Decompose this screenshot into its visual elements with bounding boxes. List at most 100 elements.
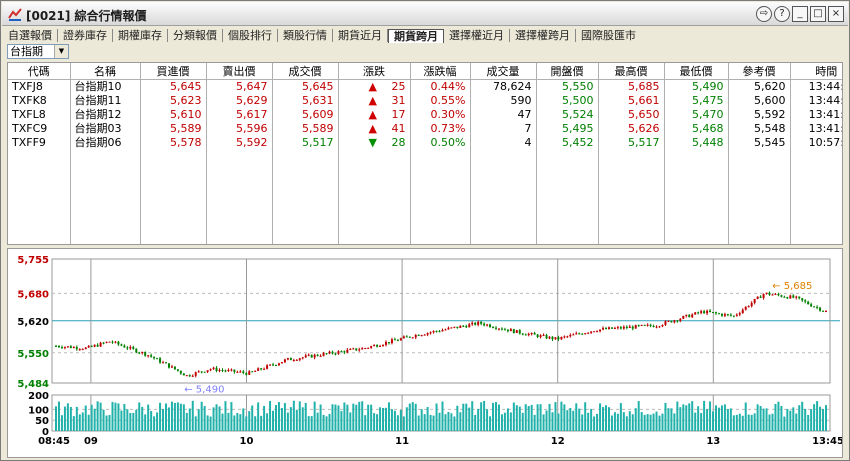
contract-selector[interactable]: 台指期 ▼ [7,44,69,59]
volume-bar [587,412,590,431]
intraday-chart[interactable]: 5,755 5,680 5,620 5,550 5,484 08:45 09 10 11 12 13… [7,248,843,458]
volume-bar [649,414,652,431]
volume-bar [358,401,361,431]
volume-bar [328,413,331,431]
candle-body [652,325,655,328]
down-arrow-icon: ▼ [368,136,377,149]
tab-1[interactable]: 證券庫存 [58,29,113,42]
candle-body [385,341,387,345]
column-header[interactable]: 成交價 [272,63,339,80]
tab-0[interactable]: 自選報價 [3,29,58,42]
volume-bar [495,402,497,431]
forward-button[interactable]: ⇨ [756,6,772,22]
candle-body [709,310,712,313]
cell-high: 5,517 [598,136,665,150]
candle-body [126,347,129,349]
volume-bar [414,403,417,431]
price-tick-label: 5,550 [17,349,49,360]
volume-bar [298,401,301,431]
volume-bar [732,415,735,431]
candle-body [230,369,233,371]
candle-body [548,336,551,339]
volume-bar [492,402,495,431]
cell-reference: 5,600 [728,94,791,108]
table-row[interactable]: TXFF9 台指期06 5,578 5,592 5,517 ▼ 28 0.50% 4 5,452 5… [8,136,842,150]
candle-body [370,346,373,348]
candle-body [810,304,813,307]
column-header[interactable]: 開盤價 [536,63,599,80]
candle-body [783,296,786,298]
column-header[interactable]: 參考價 [728,63,791,80]
column-header[interactable]: 買進價 [140,63,207,80]
volume-bar [691,401,694,431]
table-row[interactable]: TXFC9 台指期03 5,589 5,596 5,589 ▲ 41 0.73% 7 5,495 5… [8,122,842,136]
table-row[interactable]: TXFJ8 台指期10 5,645 5,647 5,645 ▲ 25 0.44% 78,624 5… [8,79,842,94]
maximize-button[interactable]: □ [810,6,826,22]
tab-8[interactable]: 選擇權近月 [444,29,510,42]
candle-body [605,328,607,330]
candle-body [191,375,194,377]
help-button[interactable]: ? [774,6,790,22]
volume-bar [619,403,622,431]
candle-body [393,339,396,341]
cell-volume: 4 [470,136,537,150]
volume-bar [762,408,765,431]
volume-bar [771,413,774,431]
tab-6[interactable]: 期貨近月 [333,29,388,42]
column-header[interactable]: 最高價 [598,63,665,80]
volume-bar [385,407,387,431]
candle-body [602,328,605,330]
candle-body [352,348,355,350]
candle-body [474,322,477,325]
close-button[interactable]: × [828,6,844,22]
column-header[interactable]: 賣出價 [206,63,273,80]
time-tick-label: 12 [551,436,565,447]
volume-tick-label: 0 [42,427,49,438]
column-header[interactable]: 名稱 [70,63,141,80]
candle-body [173,366,176,370]
tab-7[interactable]: 期貨跨月 [388,28,444,43]
volume-bar [295,409,298,431]
tab-5[interactable]: 類股行情 [278,29,333,42]
volume-bar [215,404,218,431]
volume-bar [789,410,792,431]
column-header[interactable]: 最低價 [664,63,729,80]
title-bar[interactable]: [0021] 綜合行情報價 ⇨ ? _ □ × [2,2,848,26]
candle-body [545,335,548,339]
column-header[interactable]: 漲跌 [338,63,411,80]
volume-bar [173,402,176,431]
table-row[interactable]: TXFL8 台指期12 5,610 5,617 5,609 ▲ 17 0.30% 47 5,524… [8,108,842,122]
candle-body [539,335,542,338]
column-header[interactable]: 成交量 [470,63,537,80]
candle-body [453,326,456,328]
volume-bar [75,406,78,431]
candle-body [518,330,521,334]
candle-body [242,371,245,373]
volume-bar [468,407,471,431]
column-header[interactable]: 代碼 [8,63,71,80]
candle-body [670,320,673,323]
cell-last: 5,631 [272,94,339,108]
tab-9[interactable]: 選擇權跨月 [510,29,576,42]
volume-bar [456,405,459,431]
candle-body [610,327,613,329]
candle-body [640,324,643,326]
tab-4[interactable]: 個股排行 [223,29,278,42]
volume-bar [227,412,230,431]
tab-3[interactable]: 分類報價 [168,29,223,42]
candle-body [414,334,417,338]
empty-cell [598,150,665,244]
table-row[interactable]: TXFK8 台指期11 5,623 5,629 5,631 ▲ 31 0.55% 590 5,50… [8,94,842,108]
candle-body [55,345,57,347]
column-header[interactable]: 時間 [790,63,842,80]
tab-10[interactable]: 國際股匯市 [576,29,641,42]
empty-cell [536,150,599,244]
column-header[interactable]: 漲跌幅 [410,63,471,80]
candle-body [266,365,269,369]
minimize-button[interactable]: _ [792,6,808,22]
volume-bar [126,409,129,431]
volume-bar [729,408,732,431]
tab-2[interactable]: 期權庫存 [113,29,168,42]
volume-bar [453,416,456,431]
chevron-down-icon[interactable]: ▼ [54,45,68,58]
